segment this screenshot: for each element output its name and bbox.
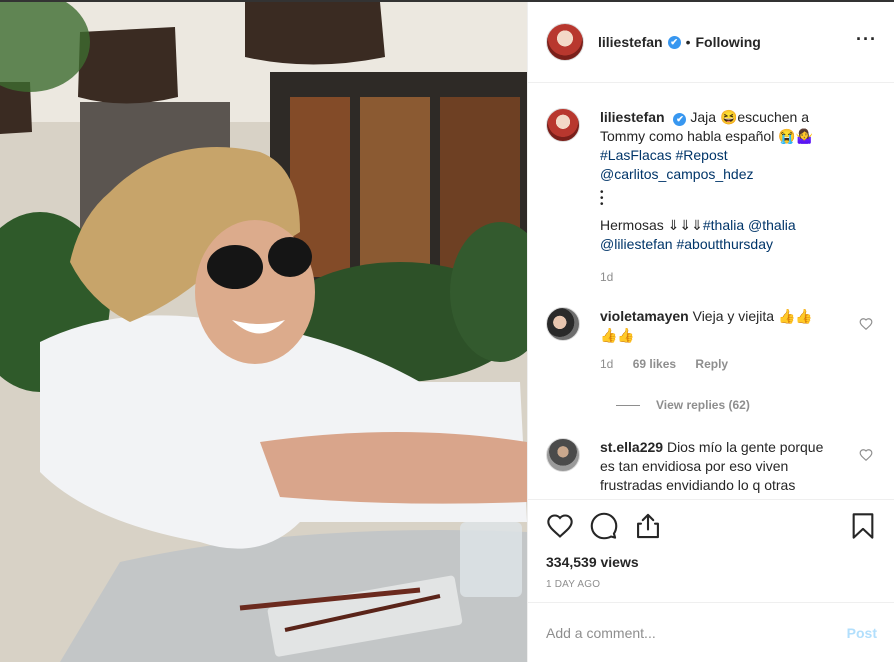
caption: liliestefan ✔ Jaja 😆escuchen a Tommy com… [546,108,877,287]
comment-body: violetamayen Vieja y viejita 👍👍👍👍 1d 69 … [600,307,830,374]
post-comment-button[interactable]: Post [847,625,877,641]
commenter-avatar[interactable] [546,307,580,341]
add-comment-input[interactable]: Add a comment... [546,625,847,641]
action-icons [546,512,877,542]
add-comment-bar: Add a comment... Post [528,602,894,662]
comment-like-heart-icon[interactable] [859,317,873,331]
comment-meta: 1d 69 likes Reply [600,355,830,374]
author-username[interactable]: liliestefan [598,34,663,50]
post-video[interactable] [0,2,527,662]
post-date[interactable]: 1 DAY AGO [546,579,877,590]
view-count[interactable]: 334,539 views [546,554,877,570]
video-frame [0,2,527,662]
post-actions: 334,539 views 1 DAY AGO [528,499,894,602]
replies-line [616,404,640,406]
comment-username[interactable]: st.ella229 [600,439,663,455]
share-icon[interactable] [634,512,662,540]
comment-time[interactable]: 1d [600,357,613,371]
caption-body: liliestefan ✔ Jaja 😆escuchen a Tommy com… [600,108,850,287]
comment-item: st.ella229 Dios mío la gente porque es t… [546,438,877,499]
following-button[interactable]: Following [696,34,761,50]
caption-dots: • • • [600,187,604,210]
header-separator: • [685,34,691,50]
caption-mention[interactable]: @carlitos_campos_hdez [600,166,754,182]
comment-username[interactable]: violetamayen [600,308,689,324]
caption-hashtags[interactable]: #LasFlacas #Repost [600,147,728,163]
heart-icon[interactable] [546,512,574,540]
author-avatar[interactable] [546,23,584,61]
more-options-icon[interactable]: ··· [856,30,877,48]
bookmark-icon[interactable] [849,512,877,540]
view-replies-button[interactable]: View replies (62) [616,398,877,412]
verified-badge-icon: ✔ [667,35,681,49]
post-sidebar: liliestefan ✔ • Following ··· liliestefa… [527,2,894,662]
comment-item: violetamayen Vieja y viejita 👍👍👍👍 1d 69 … [546,307,877,374]
commenter-avatar[interactable] [546,438,580,472]
caption-line2: Hermosas ⇓⇓⇓ [600,217,703,233]
comment-body: st.ella229 Dios mío la gente porque es t… [600,438,830,499]
instagram-post: liliestefan ✔ • Following ··· liliestefa… [0,0,894,662]
comment-icon[interactable] [590,512,618,540]
post-header: liliestefan ✔ • Following ··· [528,2,894,83]
caption-avatar[interactable] [546,108,580,142]
comment-likes[interactable]: 69 likes [633,357,676,371]
reply-button[interactable]: Reply [695,357,728,371]
view-replies-label: View replies (62) [656,398,750,412]
comment-like-heart-icon[interactable] [859,448,873,462]
verified-badge-icon: ✔ [673,113,687,126]
comments-list[interactable]: liliestefan ✔ Jaja 😆escuchen a Tommy com… [528,83,894,499]
caption-username[interactable]: liliestefan [600,109,665,125]
caption-time[interactable]: 1d [600,268,850,287]
